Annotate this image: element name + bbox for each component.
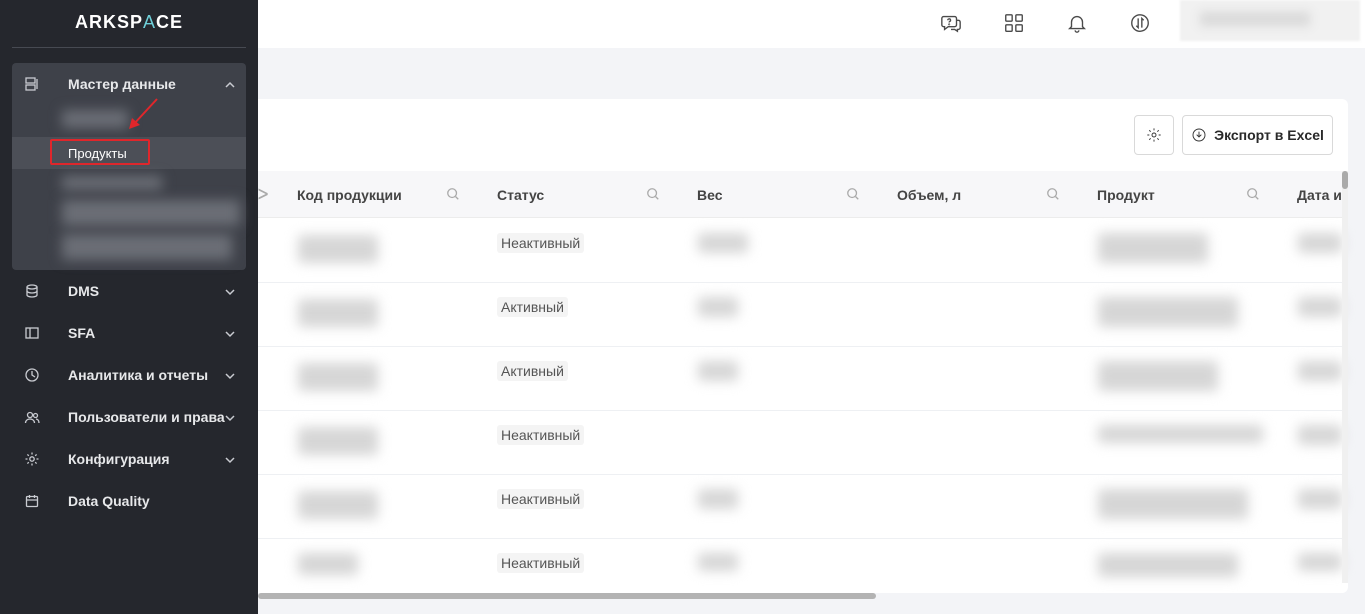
bell-icon[interactable] (1064, 10, 1090, 36)
weight-cell (698, 297, 738, 317)
status-badge: Неактивный (497, 489, 585, 509)
hidden-subitem[interactable] (62, 110, 128, 128)
layout-icon (24, 325, 40, 341)
logo[interactable]: ARKSPACE (0, 12, 258, 33)
header-date: Дата и (1297, 186, 1342, 203)
chevron-down-icon (224, 453, 236, 465)
sidebar-item-users[interactable]: Пользователи и права (12, 402, 246, 432)
sidebar-item-label: Пользователи и права (68, 409, 225, 425)
sync-icon[interactable] (1127, 10, 1153, 36)
header-status: Статус (497, 186, 545, 203)
sidebar-item-label: Аналитика и отчеты (68, 367, 209, 383)
table-settings-button[interactable] (1134, 115, 1174, 155)
table-row[interactable]: Неактивный (258, 219, 1342, 283)
product-code-cell (298, 235, 378, 263)
search-icon[interactable] (846, 187, 860, 201)
highlight-box (50, 139, 150, 165)
user-profile[interactable] (1180, 0, 1360, 41)
header-product-code: Код продукции (297, 186, 402, 203)
sidebar-item-label: Мастер данные (68, 76, 176, 92)
product-code-cell (298, 553, 358, 575)
table-row[interactable]: Неактивный (258, 475, 1342, 539)
chevron-down-icon (224, 369, 236, 381)
date-cell (1298, 553, 1342, 571)
header-fragment: ᐳ (258, 186, 269, 202)
date-cell (1298, 233, 1342, 253)
header-volume: Объем, л (897, 186, 962, 203)
search-icon[interactable] (446, 187, 460, 201)
table-row[interactable]: Неактивный (258, 539, 1342, 583)
date-cell (1298, 361, 1342, 381)
table-row[interactable]: Неактивный (258, 411, 1342, 475)
clock-chart-icon (24, 367, 40, 383)
product-cell (1098, 233, 1208, 263)
header-product: Продукт (1097, 186, 1155, 203)
weight-cell (698, 489, 738, 509)
support-chat-icon[interactable] (938, 10, 964, 36)
hidden-subitem[interactable] (62, 176, 162, 190)
product-cell (1098, 553, 1238, 577)
weight-cell (698, 233, 748, 253)
hidden-subitem[interactable] (62, 200, 240, 226)
product-code-cell (298, 491, 378, 519)
search-icon[interactable] (1046, 187, 1060, 201)
status-badge: Неактивный (497, 233, 585, 253)
product-cell (1098, 425, 1263, 443)
apps-grid-icon[interactable] (1001, 10, 1027, 36)
chevron-up-icon (224, 78, 236, 90)
calendar-icon (24, 493, 40, 509)
product-code-cell (298, 299, 378, 327)
annotation-arrow-icon (129, 98, 158, 129)
divider (12, 47, 246, 48)
status-badge: Активный (497, 297, 568, 317)
date-cell (1298, 297, 1342, 317)
search-icon[interactable] (646, 187, 660, 201)
table-row[interactable]: Активный (258, 347, 1342, 411)
status-badge: Активный (497, 361, 568, 381)
gear-icon (1147, 128, 1161, 142)
sidebar-item-label: SFA (68, 325, 96, 341)
product-cell (1098, 361, 1218, 391)
product-code-cell (298, 363, 378, 391)
chevron-down-icon (224, 327, 236, 339)
sidebar-item-label: DMS (68, 283, 100, 299)
sidebar-item-analytics[interactable]: Аналитика и отчеты (12, 360, 246, 390)
product-cell (1098, 297, 1238, 327)
users-icon (24, 409, 40, 425)
export-label: Экспорт в Excel (1214, 127, 1324, 143)
weight-cell (698, 553, 738, 571)
date-cell (1298, 489, 1342, 509)
master-data-icon (24, 76, 40, 92)
sidebar-item-master-data[interactable]: Мастер данные (12, 69, 246, 99)
table-row[interactable]: Активный (258, 283, 1342, 347)
sidebar: ARKSPACE Мастер данные Продукты DMS SFA … (0, 0, 258, 614)
search-icon[interactable] (1246, 187, 1260, 201)
status-badge: Неактивный (497, 425, 585, 445)
vertical-scroll-thumb[interactable] (1342, 171, 1348, 189)
gear-icon (24, 451, 40, 467)
database-icon (24, 283, 40, 299)
sidebar-item-dms[interactable]: DMS (12, 276, 246, 306)
sidebar-item-data-quality[interactable]: Data Quality (12, 486, 246, 516)
export-excel-button[interactable]: Экспорт в Excel (1182, 115, 1333, 155)
vertical-scrollbar[interactable] (1342, 171, 1348, 583)
horizontal-scrollbar[interactable] (258, 593, 876, 599)
product-cell (1098, 489, 1248, 519)
weight-cell (698, 361, 738, 381)
sidebar-item-sfa[interactable]: SFA (12, 318, 246, 348)
chevron-down-icon (224, 411, 236, 423)
date-cell (1298, 425, 1342, 445)
status-badge: Неактивный (497, 553, 585, 573)
header-weight: Вес (697, 186, 723, 203)
chevron-down-icon (224, 285, 236, 297)
sidebar-item-label: Data Quality (68, 493, 150, 509)
download-icon (1192, 128, 1206, 142)
sidebar-item-label: Конфигурация (68, 451, 170, 467)
table-header: ᐳ Код продукции Статус Вес Объем, л Прод… (258, 171, 1342, 218)
product-code-cell (298, 427, 378, 455)
hidden-subitem[interactable] (62, 234, 232, 260)
sidebar-item-configuration[interactable]: Конфигурация (12, 444, 246, 474)
